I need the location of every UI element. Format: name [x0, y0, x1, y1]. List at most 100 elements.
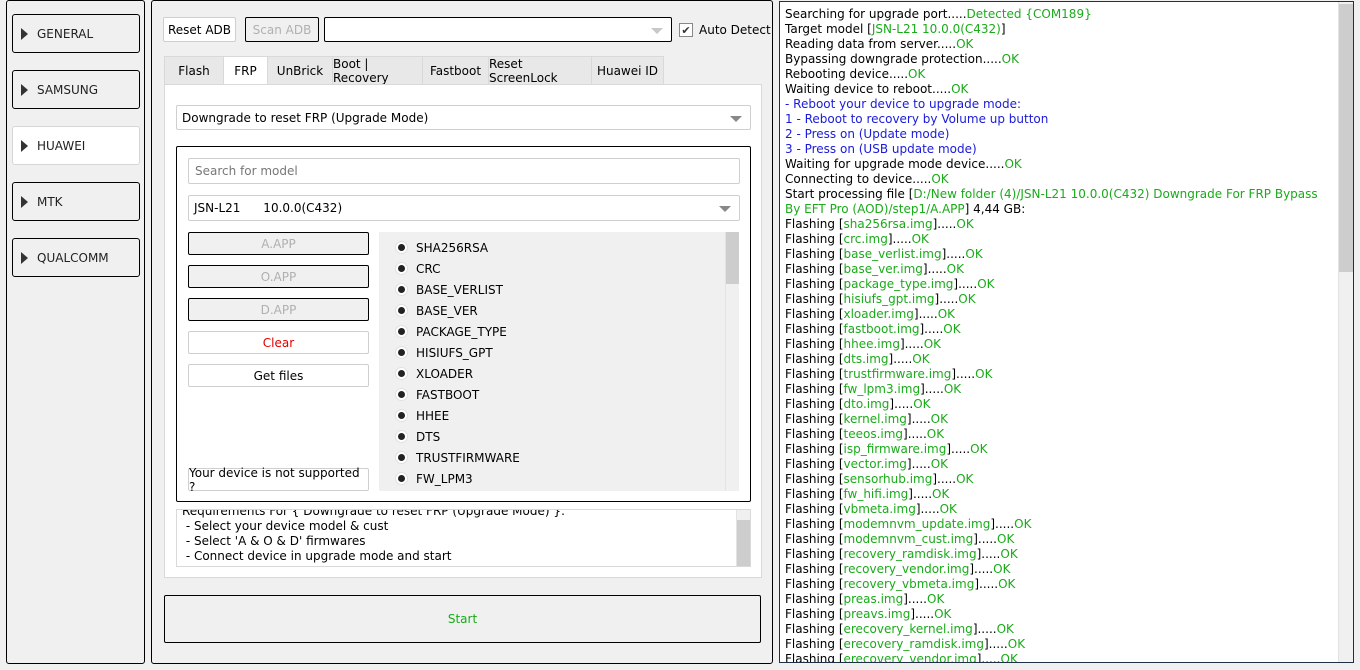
log-status-text: OK — [1001, 52, 1019, 66]
scrollbar-thumb[interactable] — [726, 232, 739, 284]
partition-item[interactable]: SHA256RSA — [395, 237, 488, 258]
radio-dot-icon — [398, 265, 405, 272]
log-text: ] — [1000, 22, 1006, 36]
partition-item[interactable]: XLOADER — [395, 363, 473, 384]
model-group: Search for model JSN-L21 10.0.0(C432) A.… — [176, 146, 751, 502]
o-app-button[interactable]: O.APP — [188, 265, 369, 288]
log-text: Flashing [ — [785, 577, 844, 591]
partition-item[interactable]: FASTBOOT — [395, 384, 479, 405]
chevron-down-icon — [719, 206, 731, 212]
sidebar-item-label: MTK — [37, 194, 63, 209]
log-text: ]..... — [915, 502, 940, 516]
log-text: Flashing [ — [785, 637, 844, 651]
partition-item[interactable]: BASE_VER — [395, 300, 478, 321]
sidebar-item-huawei[interactable]: HUAWEI — [12, 126, 140, 165]
radio-icon[interactable] — [395, 262, 408, 275]
log-status-text: OK — [1000, 547, 1018, 561]
sidebar-item-qualcomm[interactable]: QUALCOMM — [12, 238, 140, 277]
log-text: Flashing [ — [785, 292, 844, 306]
tab-frp[interactable]: FRP — [223, 56, 268, 85]
start-button[interactable]: Start — [164, 595, 761, 643]
tab-reset-screenlock[interactable]: Reset ScreenLock — [488, 56, 592, 85]
log-status-text: modemnvm_cust.img — [843, 532, 974, 546]
tab-bar: Flash FRP UnBrick Boot | Recovery Fastbo… — [164, 56, 664, 85]
reset-adb-button[interactable]: Reset ADB — [163, 17, 236, 42]
device-not-supported-button[interactable]: Your device is not supported ? — [188, 466, 369, 494]
radio-dot-icon — [398, 244, 405, 251]
radio-icon[interactable] — [395, 325, 408, 338]
sidebar-item-label: SAMSUNG — [37, 82, 99, 97]
radio-icon[interactable] — [395, 367, 408, 380]
log-text: ]..... — [932, 472, 957, 486]
partition-item[interactable]: HHEE — [395, 405, 449, 426]
log-line: Flashing [isp_firmware.img].....OK — [785, 442, 1330, 457]
get-files-button[interactable]: Get files — [188, 364, 369, 387]
log-status-text: OK — [943, 382, 962, 396]
radio-dot-icon — [398, 412, 405, 419]
log-status-text: OK — [993, 562, 1011, 576]
scrollbar-thumb[interactable] — [1339, 4, 1353, 272]
log-status-text: crc.img — [843, 232, 888, 246]
sidebar-item-mtk[interactable]: MTK — [12, 182, 140, 221]
sidebar-item-general[interactable]: GENERAL — [12, 14, 140, 53]
partition-item[interactable]: TRUSTFIRMWARE — [395, 447, 520, 468]
frp-method-select[interactable]: Downgrade to reset FRP (Upgrade Mode) — [176, 105, 751, 130]
model-search-placeholder: Search for model — [195, 164, 298, 178]
partition-list-scrollbar[interactable] — [725, 232, 739, 491]
partition-item[interactable]: HISIUFS_GPT — [395, 342, 493, 363]
tab-huawei-id[interactable]: Huawei ID — [591, 56, 664, 84]
scrollbar-thumb[interactable] — [737, 520, 750, 566]
radio-dot-icon — [398, 328, 405, 335]
tab-unbrick[interactable]: UnBrick — [267, 56, 333, 84]
partition-item[interactable]: PACKAGE_TYPE — [395, 321, 507, 342]
log-line: Flashing [package_type.img].....OK — [785, 277, 1330, 292]
partition-item[interactable]: FW_LPM3 — [395, 468, 473, 489]
radio-icon[interactable] — [395, 304, 408, 317]
tab-fastboot[interactable]: Fastboot — [422, 56, 489, 84]
radio-icon[interactable] — [395, 283, 408, 296]
a-app-button[interactable]: A.APP — [188, 232, 369, 255]
log-line: Flashing [erecovery_ramdisk.img].....OK — [785, 637, 1330, 652]
log-line: Flashing [sensorhub.img].....OK — [785, 472, 1330, 487]
partition-label: HISIUFS_GPT — [416, 345, 493, 360]
d-app-button[interactable]: D.APP — [188, 298, 369, 321]
log-scrollbar[interactable] — [1338, 2, 1353, 662]
tab-flash[interactable]: Flash — [164, 56, 224, 84]
tab-boot-recovery[interactable]: Boot | Recovery — [332, 56, 423, 85]
log-text: ]..... — [932, 217, 957, 231]
log-status-text: fw_lpm3.img — [843, 382, 921, 396]
partition-item[interactable]: DTS — [395, 426, 440, 447]
partition-item[interactable]: CRC — [395, 258, 441, 279]
scan-adb-button[interactable]: Scan ADB — [245, 17, 319, 42]
auto-detect-checkbox[interactable]: ✔ — [679, 23, 693, 37]
log-text: Flashing [ — [785, 352, 844, 366]
log-line: Flashing [vector.img].....OK — [785, 457, 1330, 472]
log-line: Flashing [xloader.img].....OK — [785, 307, 1330, 322]
log-status-text: JSN-L21 10.0.0(C432) — [871, 22, 1001, 36]
port-select[interactable] — [324, 17, 672, 42]
requirements-scrollbar[interactable] — [736, 510, 750, 566]
log-text: Flashing [ — [785, 307, 844, 321]
sidebar-item-samsung[interactable]: SAMSUNG — [12, 70, 140, 109]
log-line: Target model [JSN-L21 10.0.0(C432)] — [785, 22, 1330, 37]
partition-item[interactable]: BASE_VERLIST — [395, 279, 503, 300]
radio-icon[interactable] — [395, 346, 408, 359]
log-line: Flashing [trustfirmware.img].....OK — [785, 367, 1330, 382]
radio-icon[interactable] — [395, 241, 408, 254]
radio-icon[interactable] — [395, 451, 408, 464]
log-text: Flashing [ — [785, 367, 844, 381]
model-search-input[interactable]: Search for model — [188, 158, 740, 184]
log-status-text: OK — [937, 307, 956, 321]
log-text: Flashing [ — [785, 532, 844, 546]
log-text: ]..... — [903, 427, 927, 441]
radio-icon[interactable] — [395, 472, 408, 485]
radio-dot-icon — [398, 286, 405, 293]
sidebar-item-label: QUALCOMM — [37, 250, 109, 265]
clear-button[interactable]: Clear — [188, 331, 369, 354]
model-select[interactable]: JSN-L21 10.0.0(C432) — [188, 195, 740, 221]
log-text: Flashing [ — [785, 337, 844, 351]
radio-icon[interactable] — [395, 430, 408, 443]
radio-icon[interactable] — [395, 388, 408, 401]
radio-icon[interactable] — [395, 409, 408, 422]
log-text: ]..... — [919, 322, 944, 336]
